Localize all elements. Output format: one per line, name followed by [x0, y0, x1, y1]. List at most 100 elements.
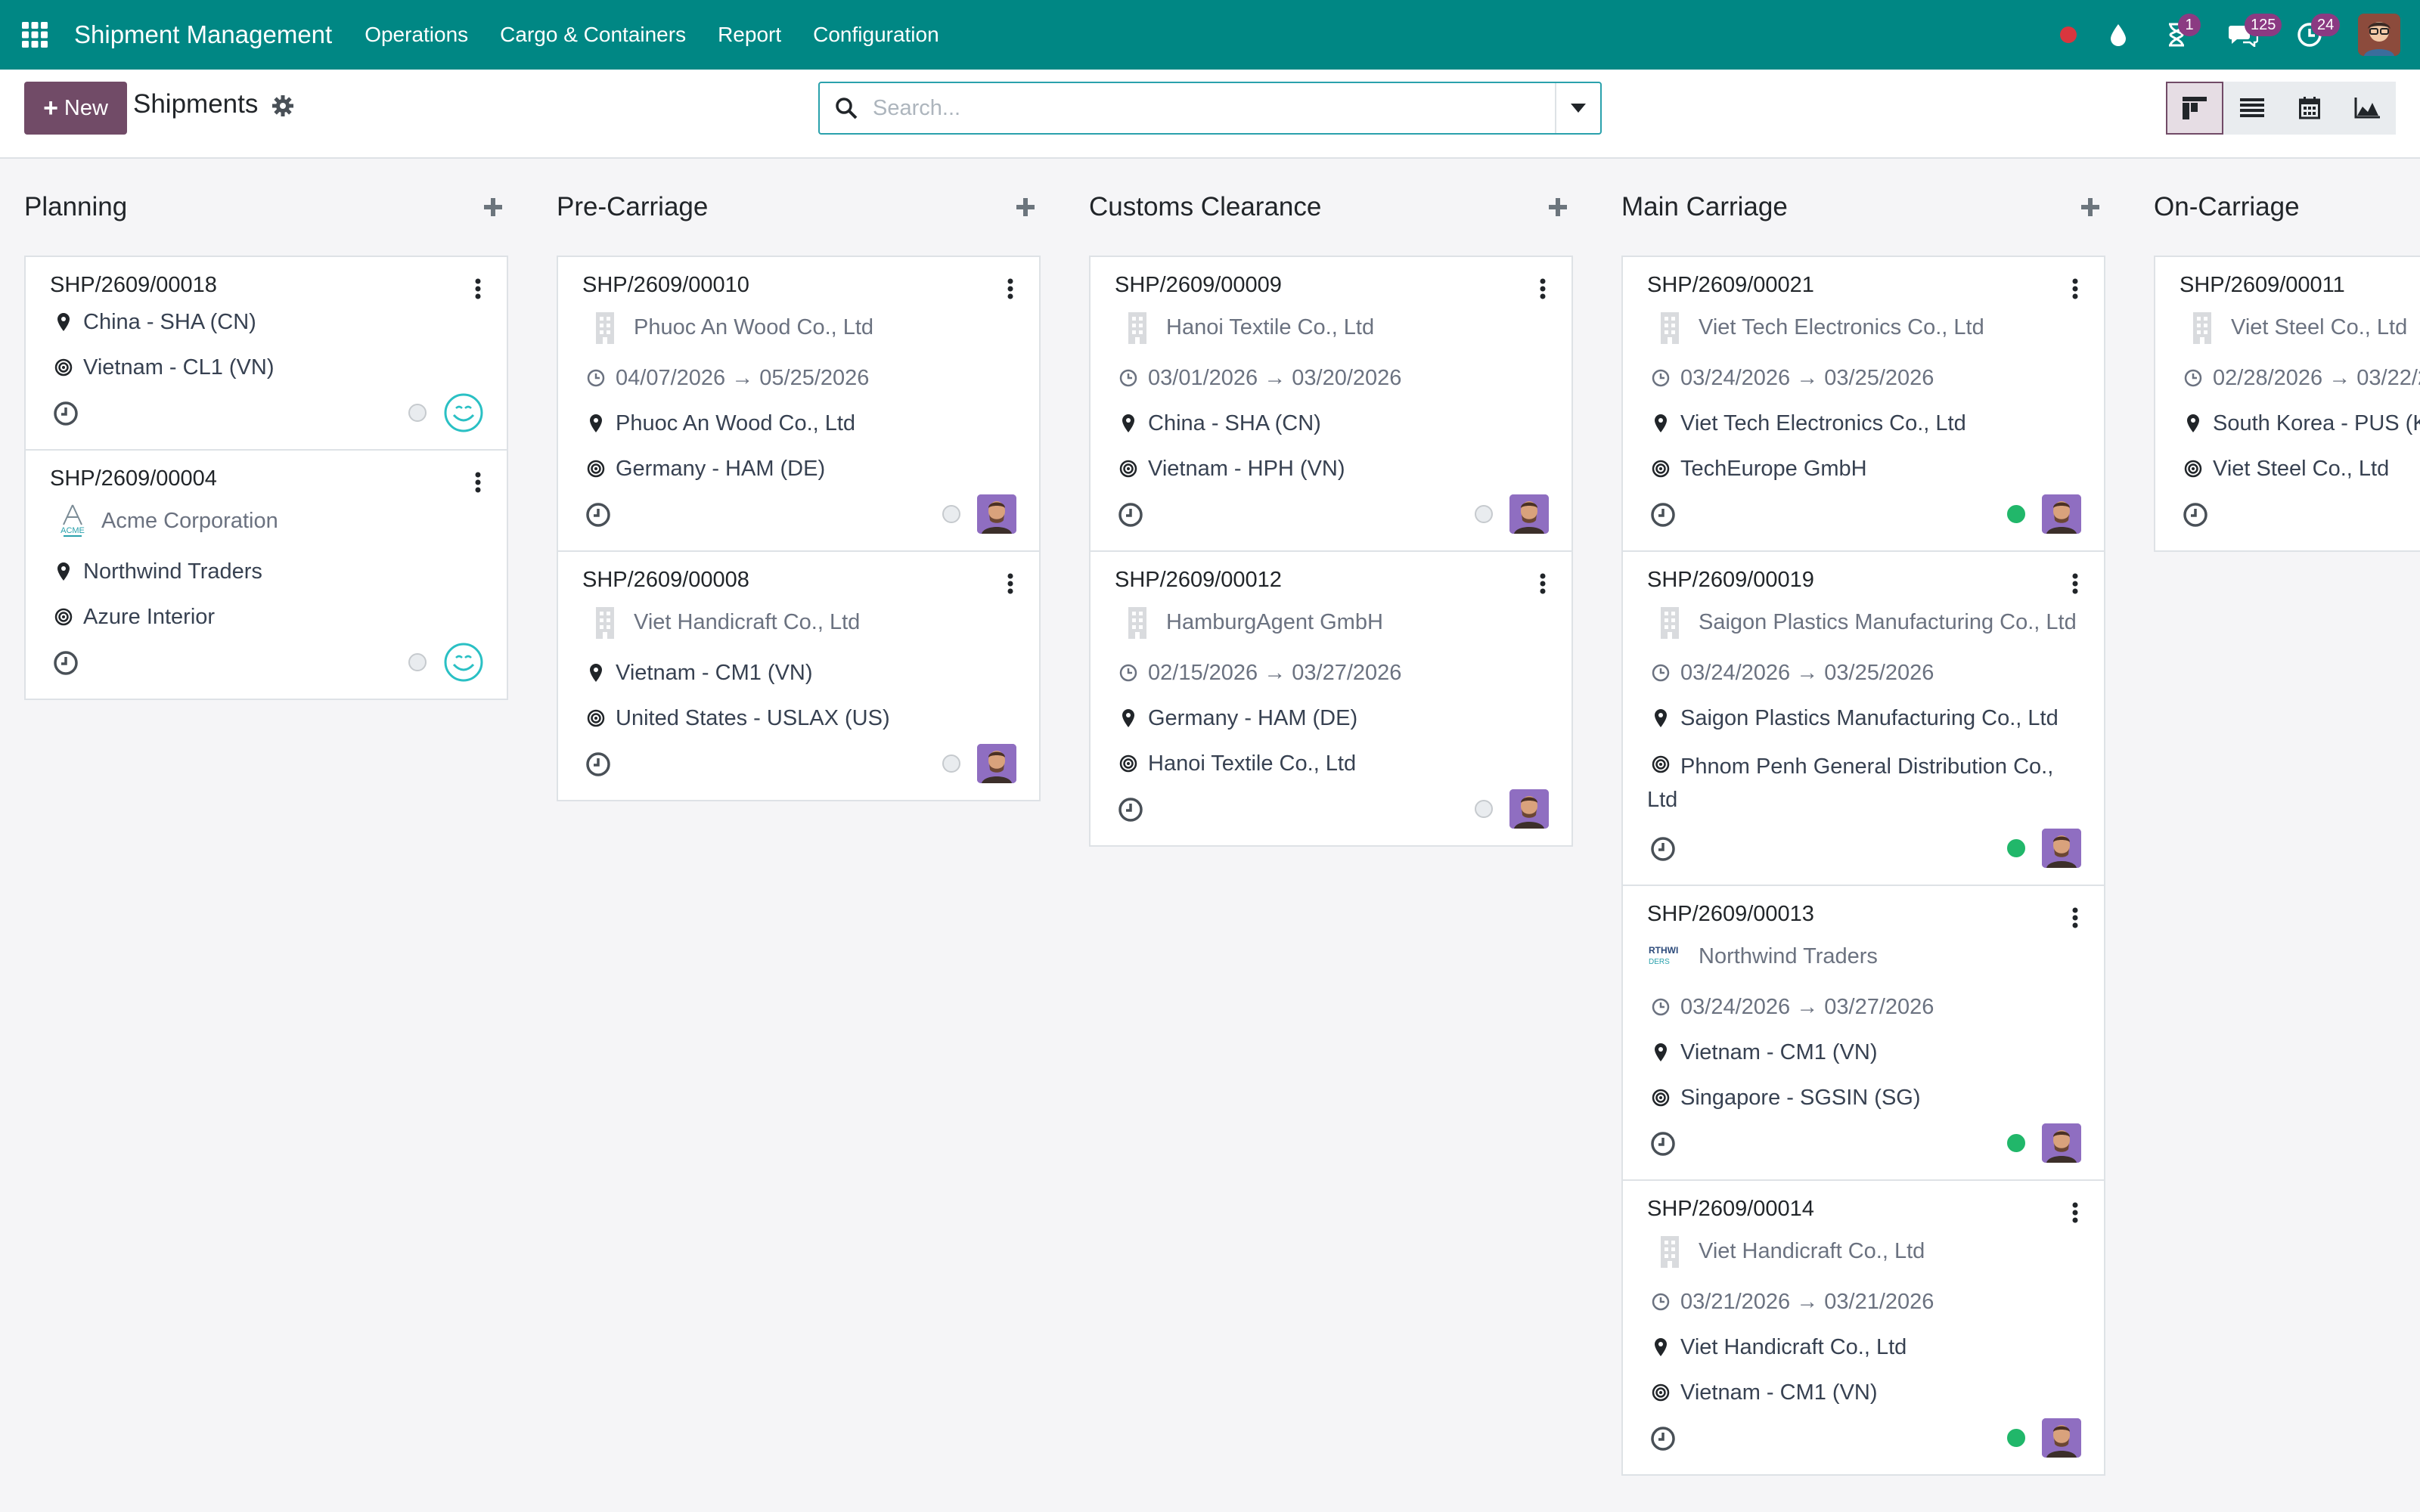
assignee-avatar[interactable]	[2042, 829, 2081, 868]
status-dot[interactable]	[2007, 1134, 2025, 1152]
card-dropdown-button[interactable]	[469, 274, 487, 304]
calendar-view-button[interactable]	[2281, 82, 2338, 135]
status-dot[interactable]	[2007, 505, 2025, 523]
status-dot[interactable]	[408, 404, 427, 422]
shipment-card[interactable]: SHP/2609/00018 China - SHA (CN) Vietnam - …	[26, 257, 507, 451]
card-dropdown-button[interactable]	[1001, 569, 1019, 599]
shipment-card[interactable]: SHP/2609/00019 Saigon Plastics Manufactur…	[1623, 552, 2104, 886]
card-dropdown-button[interactable]	[2066, 903, 2084, 933]
building-icon	[1647, 606, 1692, 639]
target-icon	[1115, 754, 1142, 773]
date-range: 02/28/2026 → 03/22/2026	[2180, 355, 2420, 401]
graph-view-button[interactable]	[2338, 82, 2396, 135]
kanban-column-customs-clearance: Customs Clearance SHP/2609/00009 Hanoi Tex…	[1089, 159, 1573, 847]
activity-clock-icon[interactable]	[1650, 836, 1676, 862]
activities-button[interactable]: 1	[2143, 0, 2210, 70]
kebab-menu-icon	[475, 278, 481, 299]
card-dropdown-button[interactable]	[2066, 1198, 2084, 1228]
activity-clock-icon[interactable]	[53, 650, 79, 676]
menu-report[interactable]: Report	[702, 0, 797, 70]
menu-cargo-containers[interactable]: Cargo & Containers	[484, 0, 702, 70]
activity-clock-icon[interactable]	[1118, 502, 1143, 528]
activity-clock-icon[interactable]	[1650, 1426, 1676, 1452]
assignee-avatar[interactable]	[2042, 494, 2081, 534]
shipment-card[interactable]: SHP/2609/00012 HamburgAgent GmbH 02/15/202…	[1091, 552, 1571, 847]
column-quick-create-button[interactable]	[484, 198, 502, 216]
origin-text: Vietnam - CM1 (VN)	[1680, 1040, 1878, 1064]
assignee-avatar[interactable]	[977, 744, 1016, 783]
shipment-card[interactable]: SHP/2609/00009 Hanoi Textile Co., Ltd 03/0…	[1091, 257, 1571, 552]
card-dropdown-button[interactable]	[2066, 569, 2084, 599]
activity-clock-icon[interactable]	[1118, 797, 1143, 823]
smiley-avatar-icon[interactable]	[443, 642, 484, 683]
assignee-avatar[interactable]	[1509, 789, 1549, 829]
list-view-button[interactable]	[2223, 82, 2281, 135]
messages-button[interactable]: 125	[2210, 0, 2282, 70]
app-menu-icon[interactable]	[0, 0, 70, 70]
new-button[interactable]: + New	[24, 82, 127, 135]
kanban-view-button[interactable]	[2166, 82, 2223, 135]
clock-icon	[1115, 664, 1142, 682]
search-options-toggle[interactable]	[1555, 83, 1600, 133]
gear-icon[interactable]	[272, 95, 293, 116]
column-quick-create-button[interactable]	[1549, 198, 1567, 216]
activity-clock-icon[interactable]	[1650, 1131, 1676, 1157]
shipment-card[interactable]: SHP/2609/00021 Viet Tech Electronics Co.,…	[1623, 257, 2104, 552]
map-pin-icon	[1647, 1043, 1674, 1062]
plus-icon	[1549, 198, 1567, 216]
assignee-avatar[interactable]	[977, 494, 1016, 534]
card-dropdown-button[interactable]	[469, 467, 487, 497]
clock-icon	[1115, 369, 1142, 387]
origin: Germany - HAM (DE)	[1115, 696, 1547, 741]
activity-clock-icon[interactable]	[1650, 502, 1676, 528]
map-pin-icon	[50, 562, 77, 581]
activity-clock-icon[interactable]	[585, 502, 611, 528]
company-row: Saigon Plastics Manufacturing Co., Ltd	[1647, 594, 2080, 650]
activity-clock-icon[interactable]	[2183, 502, 2208, 528]
updates-button[interactable]: 24	[2276, 0, 2343, 70]
status-dot[interactable]	[942, 754, 960, 773]
activities-badge: 1	[2178, 14, 2201, 36]
card-dropdown-button[interactable]	[1001, 274, 1019, 304]
assignee-avatar[interactable]	[1509, 494, 1549, 534]
shipment-reference: SHP/2609/00010	[582, 273, 749, 297]
status-dot[interactable]	[1475, 800, 1493, 818]
destination-text: Phnom Penh General Distribution Co., Ltd	[1647, 754, 2054, 812]
search-input[interactable]	[873, 83, 1555, 133]
destination-text: United States - USLAX (US)	[616, 705, 890, 730]
origin-text: Viet Handicraft Co., Ltd	[1680, 1334, 1907, 1359]
destination: Viet Steel Co., Ltd	[2180, 446, 2420, 491]
origin: Viet Handicraft Co., Ltd	[1647, 1325, 2080, 1370]
card-dropdown-button[interactable]	[1534, 569, 1552, 599]
user-avatar[interactable]	[2358, 14, 2400, 56]
status-dot[interactable]	[408, 653, 427, 671]
shipment-card[interactable]: SHP/2609/00010 Phuoc An Wood Co., Ltd 04/0…	[558, 257, 1039, 552]
recording-indicator[interactable]	[2043, 0, 2093, 70]
activity-clock-icon[interactable]	[53, 401, 79, 426]
shipment-card[interactable]: SHP/2609/00013 RTHWI DERS Northwind Traders…	[1623, 886, 2104, 1181]
status-dot[interactable]	[942, 505, 960, 523]
smiley-avatar-icon[interactable]	[443, 392, 484, 433]
assignee-avatar[interactable]	[2042, 1123, 2081, 1163]
destination-text: Germany - HAM (DE)	[616, 456, 826, 481]
company-name: Hanoi Textile Co., Ltd	[1166, 314, 1375, 339]
column-quick-create-button[interactable]	[2081, 198, 2099, 216]
droplet-icon[interactable]	[2093, 0, 2143, 70]
status-dot[interactable]	[2007, 839, 2025, 857]
column-cards: SHP/2609/00011 Viet Steel Co., Ltd 02/28/2…	[2154, 256, 2420, 552]
app-title[interactable]: Shipment Management	[74, 20, 332, 49]
shipment-card[interactable]: SHP/2609/00011 Viet Steel Co., Ltd 02/28/2…	[2155, 257, 2420, 552]
shipment-card[interactable]: SHP/2609/00014 Viet Handicraft Co., Ltd 03…	[1623, 1181, 2104, 1476]
menu-operations[interactable]: Operations	[349, 0, 484, 70]
status-dot[interactable]	[1475, 505, 1493, 523]
menu-configuration[interactable]: Configuration	[797, 0, 955, 70]
shipment-card[interactable]: SHP/2609/00008 Viet Handicraft Co., Ltd Vi…	[558, 552, 1039, 801]
assignee-avatar[interactable]	[2042, 1418, 2081, 1458]
destination: Hanoi Textile Co., Ltd	[1115, 741, 1547, 786]
status-dot[interactable]	[2007, 1429, 2025, 1447]
column-quick-create-button[interactable]	[1016, 198, 1035, 216]
card-dropdown-button[interactable]	[2066, 274, 2084, 304]
shipment-card[interactable]: SHP/2609/00004 ACME Acme Corporation Northw…	[26, 451, 507, 700]
activity-clock-icon[interactable]	[585, 751, 611, 777]
card-dropdown-button[interactable]	[1534, 274, 1552, 304]
